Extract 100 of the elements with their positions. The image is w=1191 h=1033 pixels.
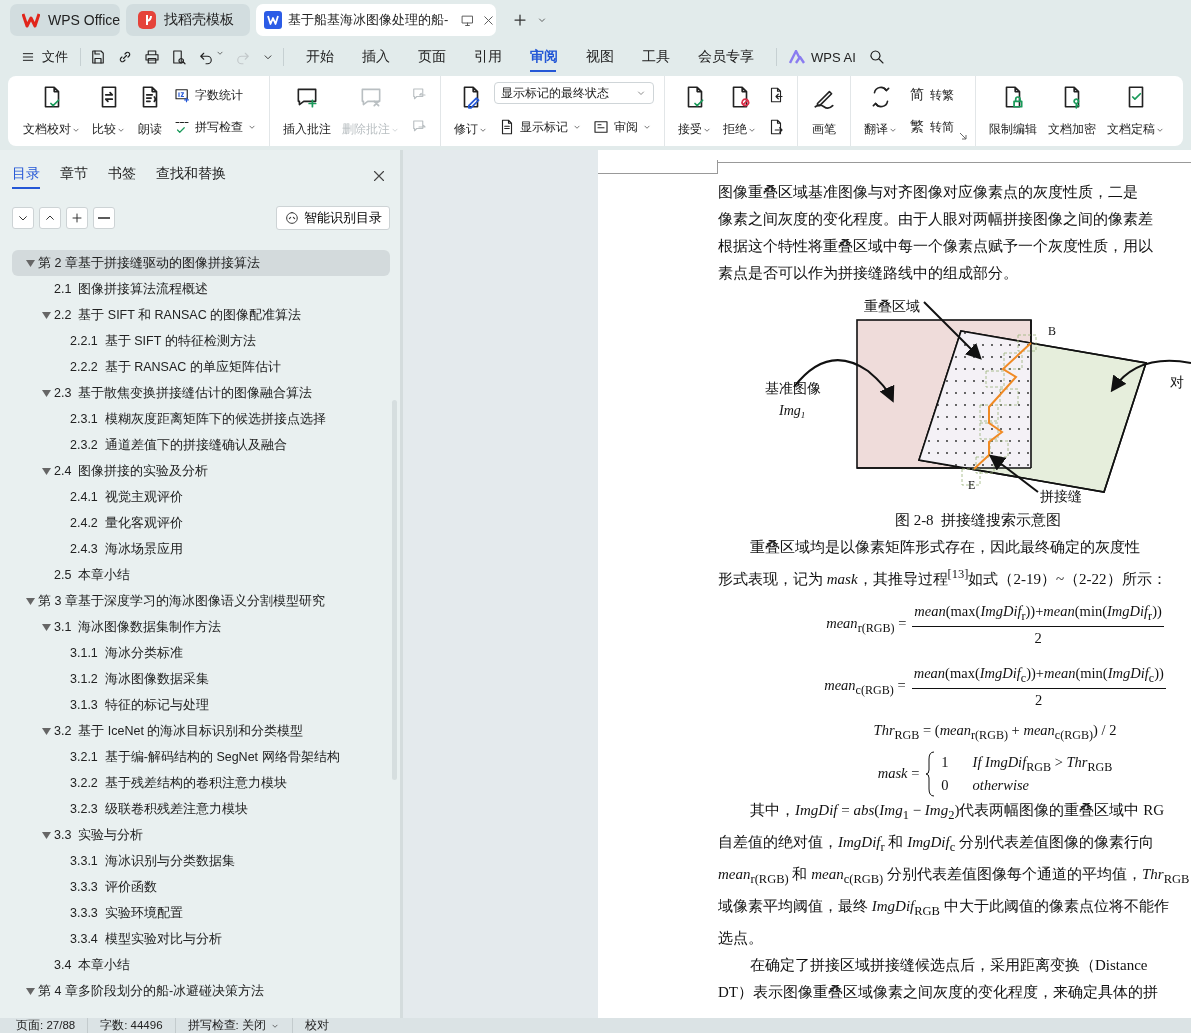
toc-item[interactable]: 3.3 实验与分析 [12, 822, 390, 848]
ribbon-button[interactable]: 显示标记 [494, 114, 586, 140]
diagram-label: Img$_{1}$ [779, 403, 806, 420]
status-item[interactable]: 拼写检查: 关闭 [187, 1018, 293, 1033]
toc-item[interactable]: 3.3.3 评价函数 [12, 874, 390, 900]
brace-icon [925, 750, 936, 797]
toc-item[interactable]: 2.2.1 基于 SIFT 的特征检测方法 [12, 328, 390, 354]
toc-item[interactable]: 2.3 基于散焦变换拼接缝估计的图像融合算法 [12, 380, 390, 406]
app-tab[interactable]: 基于船基海冰图像处理的船- [256, 4, 496, 36]
toc-item[interactable]: 3.1.1 海冰分类标准 [12, 640, 390, 666]
ribbon-button[interactable]: 画笔 [806, 82, 842, 140]
equation: mask = 1 If ImgDif$_{RGB}$ > Thr$_{RGB}$ 0 otherwise [877, 750, 1113, 797]
counter-icon [173, 86, 191, 104]
toc-item[interactable]: 2.3.1 模糊灰度距离矩阵下的候选拼接点选择 [12, 406, 390, 432]
toc-item[interactable]: 3.2 基于 IceNet 的海冰目标识别和分类模型 [12, 718, 390, 744]
toc-item[interactable]: 2.2.2 基于 RANSAC 的单应矩阵估计 [12, 354, 390, 380]
remove-level-button[interactable] [93, 207, 115, 229]
menu-tab[interactable]: 视图 [586, 42, 642, 72]
toc-item[interactable]: 3.2.1 基于编-解码结构的 SegNet 网络骨架结构 [12, 744, 390, 770]
triangle-icon [41, 830, 51, 840]
menu-tab[interactable]: 引用 [474, 42, 530, 72]
diagram-label: 重叠区域 [864, 299, 920, 314]
ribbon-button[interactable]: 插入批注 [278, 82, 336, 140]
triangle-icon [25, 986, 35, 996]
toc-item[interactable]: 第 2 章基于拼接缝驱动的图像拼接算法 [12, 250, 390, 276]
ribbon-button[interactable]: 繁 转简 [904, 114, 958, 140]
ribbon-button[interactable]: 简 转繁 [904, 82, 958, 108]
toc-item[interactable]: 3.3.1 海冰识别与分类数据集 [12, 848, 390, 874]
search-icon[interactable] [867, 48, 886, 66]
body-paragraph: 图像重叠区域基准图像与对齐图像对应像素点的灰度性质，二是 像素之间灰度的变化程度。由于人眼对两幅拼接图像之间的像素差 根据这个特性将重叠区域中每一个像素点赋予一个灰度性质，用以 素点是否可以作为拼接缝路线中的组成部分。 [718, 183, 1154, 283]
ribbon-button[interactable]: 限制编辑 [984, 82, 1042, 140]
ribbon-button[interactable]: 审阅 [588, 114, 656, 140]
panel-tab[interactable]: 查找和替换 [156, 163, 226, 189]
body-paragraph: 其中，ImgDif = abs(Img$_{1}$ − Img$_{2}$)代表两幅图像的重叠区域中 RG 自差值的绝对值，ImgDif$_{r}$ 和 ImgDif$_{c}$ 分别代表差值图像的像素行向 mean$_{r(RGB)}$ 和 mean$_{c(RGB)}$ 分别代表差值图像每个通道的平均值，Thr$_{RGB}$ 域像素平均阈值，最终 ImgDif$_{RGB}$ 中大于此阈值的像素点位将不能作 选点。 [718, 800, 1191, 948]
status-item[interactable]: 页面: 27/88 [16, 1018, 89, 1033]
ribbon-button[interactable]: 拼写检查 [169, 114, 261, 140]
menu-tab[interactable]: 工具 [642, 42, 698, 72]
toc-item[interactable]: 3.1 海冰图像数据集制作方法 [12, 614, 390, 640]
menu-tab[interactable]: 页面 [418, 42, 474, 72]
toc-item[interactable]: 3.2.3 级联卷积残差注意力模块 [12, 796, 390, 822]
ribbon-button[interactable]: 比较 [87, 82, 131, 140]
ribbon-button[interactable]: 拒绝 [718, 82, 762, 140]
markup-dropdown[interactable]: 显示标记的最终状态 [494, 82, 654, 104]
ribbon-button[interactable]: 修订 [449, 82, 493, 140]
panel-tab[interactable]: 书签 [108, 163, 136, 189]
ribbon-button[interactable]: 朗读 [132, 82, 168, 140]
file-menu[interactable]: 文件 [16, 44, 72, 70]
smart-toc-button[interactable]: 智能识别目录 [276, 206, 390, 230]
toc-item[interactable]: 3.1.3 特征的标记与处理 [12, 692, 390, 718]
ribbon-button[interactable]: 字数统计 [169, 82, 247, 108]
menu-tab[interactable]: 会员专享 [698, 42, 768, 72]
toc-item[interactable]: 2.1 图像拼接算法流程概述 [12, 276, 390, 302]
figure-caption: 图 2-8 拼接缝搜索示意图 [893, 511, 1063, 530]
minus-icon [98, 217, 110, 219]
toc-item[interactable]: 2.4.1 视觉主观评价 [12, 484, 390, 510]
toc-item[interactable]: 2.4 图像拼接的实验及分析 [12, 458, 390, 484]
status-item[interactable]: 字数: 44496 [100, 1018, 176, 1033]
diagram-label: 对 [1170, 375, 1184, 390]
monitor-icon [460, 12, 476, 28]
toc-item[interactable]: 2.5 本章小结 [12, 562, 390, 588]
ai-button[interactable]: WPS AI [785, 45, 860, 69]
toc-item[interactable]: 3.2.2 基于残差结构的卷积注意力模块 [12, 770, 390, 796]
app-tab[interactable]: WPS Office [10, 4, 120, 36]
body-paragraph: 在确定了拼接区域拼接缝候选点后，采用距离变换（Distance DT）表示图像重叠区域像素之间灰度的变化程度，来确定具体的拼 [718, 955, 1159, 1002]
panel-tab[interactable]: 目录 [12, 163, 40, 189]
toc-item[interactable]: 2.3.2 通道差值下的拼接缝确认及融合 [12, 432, 390, 458]
dialog-launcher-icon [959, 132, 967, 140]
panel-tab[interactable]: 章节 [60, 163, 88, 189]
ribbon-button[interactable]: 文档定稿 [1102, 82, 1170, 140]
save-icon[interactable] [89, 48, 107, 66]
app-tab[interactable]: 找稻壳模板 [126, 4, 250, 36]
toc-item[interactable]: 3.3.3 实验环境配置 [12, 900, 390, 926]
status-item[interactable]: 校对 [304, 1018, 341, 1033]
print-icon[interactable] [143, 48, 161, 66]
ribbon-button[interactable]: 文档校对 [18, 82, 86, 140]
diagram-label: B [1048, 324, 1056, 338]
toc-item[interactable]: 3.3.4 模型实验对比与分析 [12, 926, 390, 952]
toc-item[interactable]: 3.4 本章小结 [12, 952, 390, 978]
toc-item[interactable]: 第 4 章多阶段划分的船-冰避碰决策方法 [12, 978, 390, 1004]
menu-tab[interactable]: 开始 [306, 42, 362, 72]
ribbon-button[interactable]: 接受 [673, 82, 717, 140]
triangle-icon [41, 622, 51, 632]
ribbon-button[interactable]: 文档加密 [1043, 82, 1101, 140]
toc-item[interactable]: 2.2 基于 SIFT 和 RANSAC 的图像配准算法 [12, 302, 390, 328]
print-preview-icon[interactable] [170, 48, 188, 66]
add-level-button[interactable] [66, 207, 88, 229]
body-paragraph: 重叠区域均是以像素矩阵形式存在，因此最终确定的灰度性 形式表现，记为 mask，其推导过程$^{[13]}$如式（2-19）~（2-22）所示： [718, 538, 1168, 589]
diagram-label: 基准图像 [765, 381, 821, 396]
smart-scan-icon [284, 210, 300, 226]
equation: Thr$_{RGB}$ = (mean$_{r(RGB)}$ + mean$_{c(RGB)}$) / 2 [873, 722, 1117, 743]
toc-item[interactable]: 2.4.2 量化客观评价 [12, 510, 390, 536]
menu-tab[interactable]: 插入 [362, 42, 418, 72]
ribbon-button[interactable]: 翻译 [859, 82, 903, 140]
toc-item[interactable]: 2.4.3 海冰场景应用 [12, 536, 390, 562]
toc-item[interactable]: 第 3 章基于深度学习的海冰图像语义分割模型研究 [12, 588, 390, 614]
triangle-icon [41, 466, 51, 476]
toc-item[interactable]: 3.1.2 海冰图像数据采集 [12, 666, 390, 692]
menu-tab[interactable]: 审阅 [530, 42, 586, 72]
leaf-logo-icon [138, 11, 156, 29]
triangle-icon [41, 310, 51, 320]
